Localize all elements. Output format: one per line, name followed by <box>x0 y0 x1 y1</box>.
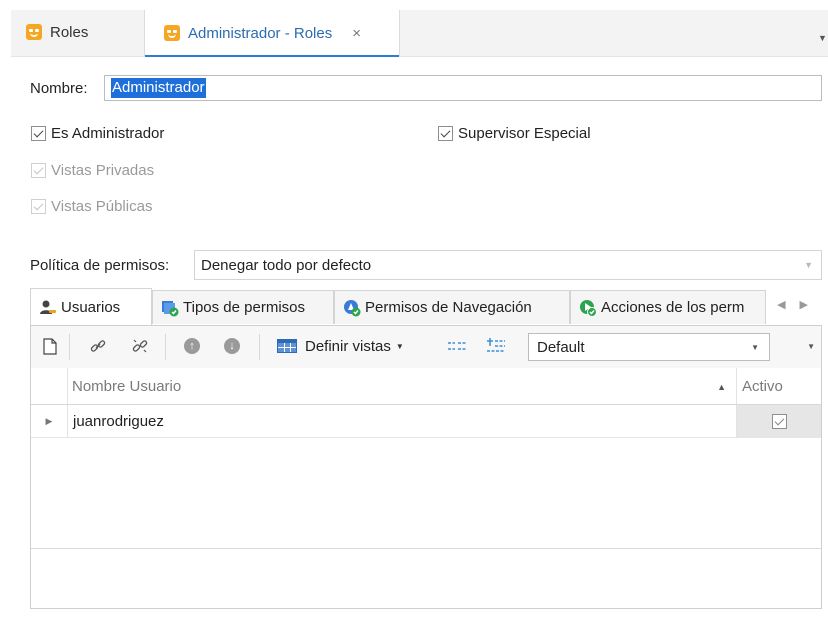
theater-mask-icon <box>26 24 42 40</box>
politica-label: Política de permisos: <box>30 257 170 274</box>
tab-label: Tipos de permisos <box>183 299 305 316</box>
tab-permisos-de-navegacion[interactable]: Permisos de Navegación <box>334 290 570 324</box>
column-header-label: Activo <box>742 377 783 395</box>
check-icon <box>33 127 44 138</box>
doc-tab-roles[interactable]: Roles <box>26 10 88 54</box>
grid-footer-divider <box>31 548 821 549</box>
column-header-nombre-usuario[interactable]: Nombre Usuario ▲ <box>67 368 737 404</box>
column-header-label: Nombre Usuario <box>72 377 182 395</box>
doc-tab-label: Roles <box>50 23 89 41</box>
checkbox-box <box>31 199 46 214</box>
nombre-label: Nombre: <box>30 80 88 97</box>
tab-label: Usuarios <box>61 299 121 316</box>
collapse-all-icon[interactable] <box>446 335 468 357</box>
es-administrador-checkbox[interactable]: Es Administrador <box>31 125 164 142</box>
doc-tab-administrador-roles[interactable]: Administrador - Roles × <box>144 10 400 57</box>
tab-label: Acciones de los perm <box>601 299 745 316</box>
vistas-publicas-checkbox[interactable]: Vistas Públicas <box>31 198 152 215</box>
move-down-icon[interactable]: ↓ <box>221 335 243 357</box>
grid-toolbar: ↑ ↓ Definir vistas ▼ Default ▼ ▼ <box>31 326 821 369</box>
navigation-permission-icon <box>343 299 361 317</box>
politica-select[interactable]: Denegar todo por defecto ▼ <box>194 250 822 280</box>
tab-tipos-de-permisos[interactable]: Tipos de permisos <box>152 290 334 324</box>
vistas-privadas-checkbox[interactable]: Vistas Privadas <box>31 162 154 179</box>
usuarios-tab-page: ↑ ↓ Definir vistas ▼ Default ▼ ▼ Nombre … <box>30 325 822 609</box>
nombre-input-value: Administrador <box>111 78 206 98</box>
chevron-down-icon[interactable]: ▼ <box>818 33 828 43</box>
row-indicator-icon: ▶ <box>31 405 68 437</box>
grid-header: Nombre Usuario ▲ Activo <box>31 368 821 405</box>
tab-label: Permisos de Navegación <box>365 299 532 316</box>
checkbox-box <box>31 163 46 178</box>
user-key-icon <box>39 299 57 317</box>
actions-permission-icon <box>579 299 597 317</box>
tab-usuarios[interactable]: Usuarios <box>30 288 152 326</box>
toolbar-overflow-icon[interactable]: ▼ <box>807 342 815 351</box>
doc-tab-label: Administrador - Roles <box>188 24 333 42</box>
theater-mask-icon <box>164 25 180 41</box>
definir-vistas-label: Definir vistas <box>305 337 391 355</box>
inner-tab-strip: Usuarios Tipos de permisos Permisos de N… <box>30 288 822 326</box>
column-header-activo[interactable]: Activo <box>737 368 821 404</box>
check-icon <box>774 415 784 425</box>
move-up-icon[interactable]: ↑ <box>181 335 203 357</box>
check-icon <box>440 127 451 138</box>
sort-ascending-icon: ▲ <box>717 382 726 392</box>
nombre-input[interactable]: Administrador <box>104 75 822 101</box>
new-document-icon[interactable] <box>39 335 61 357</box>
tab-scroll-arrows[interactable]: ◀▶ <box>777 298 822 311</box>
check-icon <box>33 164 44 175</box>
layout-select-value: Default <box>537 338 585 356</box>
tab-acciones-de-los-permisos[interactable]: Acciones de los perm <box>570 290 766 324</box>
close-icon[interactable]: × <box>352 25 361 42</box>
layout-select[interactable]: Default ▼ <box>528 333 770 361</box>
activo-checkbox[interactable] <box>771 413 787 429</box>
unlink-icon[interactable] <box>129 335 151 357</box>
cell-nombre-usuario[interactable]: juanrodriguez <box>67 405 737 437</box>
permission-types-icon <box>161 299 179 317</box>
caret-down-icon: ▼ <box>395 341 404 351</box>
row-indicator-header <box>31 368 68 404</box>
checkbox-label: Es Administrador <box>51 125 165 142</box>
expand-all-icon[interactable] <box>485 335 507 357</box>
checkbox-label: Vistas Privadas <box>51 162 155 179</box>
link-icon[interactable] <box>87 335 109 357</box>
checkbox-label: Supervisor Especial <box>458 125 591 142</box>
chevron-down-icon: ▼ <box>751 343 759 352</box>
check-icon <box>33 200 44 211</box>
document-tab-bar: Roles Administrador - Roles × ▼ <box>11 10 828 57</box>
chevron-down-icon: ▼ <box>804 260 813 270</box>
grid-view-icon <box>277 339 297 353</box>
checkbox-label: Vistas Públicas <box>51 198 153 215</box>
checkbox-box <box>438 126 453 141</box>
cell-activo[interactable] <box>737 405 821 437</box>
supervisor-especial-checkbox[interactable]: Supervisor Especial <box>438 125 591 142</box>
politica-select-value: Denegar todo por defecto <box>201 256 372 274</box>
table-row[interactable]: ▶ juanrodriguez <box>31 405 821 438</box>
definir-vistas-button[interactable]: Definir vistas ▼ <box>277 335 404 357</box>
checkbox-box <box>31 126 46 141</box>
